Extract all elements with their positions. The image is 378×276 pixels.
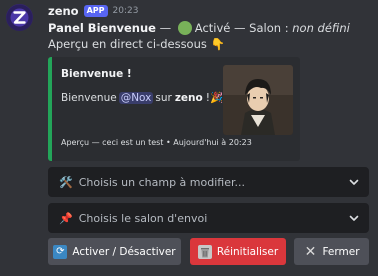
wastebasket-icon (197, 244, 212, 259)
refresh-icon: ⟳ (53, 244, 68, 259)
embed-desc-prefix: Bienvenue (61, 91, 117, 104)
embed-desc-mid: sur (155, 91, 172, 104)
preview-text: Aperçu en direct ci-dessous (48, 37, 207, 51)
green-circle-icon (177, 21, 192, 35)
reset-button[interactable]: Réinitialiser (190, 238, 286, 265)
welcome-embed: Bienvenue ! Bienvenue @Nox sur zeno ! 🎉 … (48, 57, 300, 161)
field-select[interactable]: 🛠️ Choisis un champ à modifier... (48, 167, 369, 197)
message-header: zeno APP 20:23 (48, 4, 138, 18)
party-popper-icon: 🎉 (209, 92, 224, 104)
field-select-placeholder: Choisis un champ à modifier... (78, 175, 245, 189)
separator: — (155, 21, 175, 35)
bot-avatar[interactable] (6, 4, 33, 31)
user-mention[interactable]: @Nox (118, 91, 154, 104)
panel-status-line: Panel Bienvenue — Activé — Salon : non d… (48, 21, 350, 35)
salon-value: non défini (292, 21, 350, 35)
x-icon: ✕ (304, 243, 317, 260)
server-name: zeno (174, 91, 203, 104)
panel-title: Panel Bienvenue (48, 21, 156, 35)
hammer-wrench-icon: 🛠️ (59, 175, 73, 189)
channel-select-placeholder: Choisis le salon d'envoi (78, 211, 208, 225)
status-text: Activé (194, 21, 231, 35)
pointing-down-icon: 👇 (210, 37, 225, 51)
chevron-down-icon (349, 215, 359, 221)
embed-thumbnail[interactable] (223, 65, 293, 135)
salon-label: — Salon : (230, 21, 293, 35)
app-badge: APP (83, 5, 108, 17)
toggle-button-label: Activer / Désactiver (72, 245, 176, 258)
close-button-label: Fermer (322, 245, 360, 258)
channel-select[interactable]: 📌 Choisis le salon d'envoi (48, 203, 369, 233)
chevron-down-icon (349, 179, 359, 185)
bot-name[interactable]: zeno (48, 4, 79, 18)
embed-description: Bienvenue @Nox sur zeno ! 🎉 (61, 91, 223, 104)
preview-line: Aperçu en direct ci-dessous 👇 (48, 37, 225, 51)
embed-title: Bienvenue ! (61, 68, 132, 80)
toggle-button[interactable]: ⟳ Activer / Désactiver (48, 238, 181, 265)
pushpin-icon: 📌 (59, 211, 73, 225)
zeno-logo-icon (6, 4, 33, 31)
anime-character-thumbnail-icon (223, 65, 293, 135)
embed-footer: Aperçu — ceci est un test • Aujourd'hui … (61, 138, 252, 147)
close-button[interactable]: ✕ Fermer (294, 238, 369, 265)
message-timestamp: 20:23 (112, 6, 139, 16)
reset-button-label: Réinitialiser (216, 245, 279, 258)
